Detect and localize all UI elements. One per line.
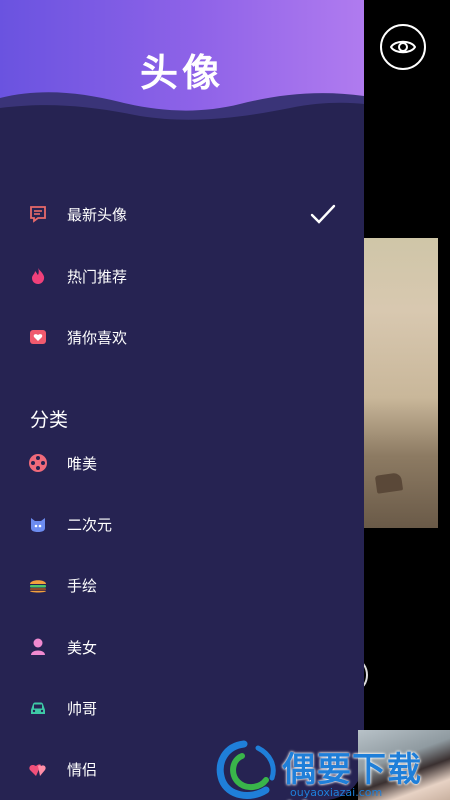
category-item-handdrawn[interactable]: 手绘 [0,562,364,608]
menu-item-label: 热门推荐 [67,267,128,286]
menu-item-label: 猜你喜欢 [67,328,128,347]
woman-icon [28,637,48,657]
category-section-title: 分类 [30,409,69,431]
category-item-label: 手绘 [67,576,98,595]
painting-detail [374,472,404,494]
category-item-label: 情侣 [67,760,98,779]
hamburger-icon [28,575,48,595]
menu-item-guess[interactable]: 猜你喜欢 [0,314,364,360]
flame-icon [28,266,48,286]
anime-cat-icon [28,514,48,534]
app-screen: 头像 最新头像 热门推荐 猜你喜欢 分类 唯美 二次元 手绘 美女 帅哥 情侣 … [0,0,450,800]
couple-hearts-icon [28,759,48,779]
category-item-beautiful[interactable]: 唯美 [0,440,364,486]
watermark-logo-icon [216,740,276,799]
menu-item-hot[interactable]: 热门推荐 [0,253,364,299]
check-icon [310,204,336,224]
eye-toggle-button[interactable] [380,24,426,70]
category-item-label: 帅哥 [67,699,98,718]
heart-card-icon [28,327,48,347]
header-wave [0,92,364,133]
eye-icon [390,40,416,54]
watermark-url: ouyaoxiazai.com [290,786,383,799]
category-item-label: 唯美 [67,454,98,473]
category-item-label: 美女 [67,638,98,657]
background-image[interactable] [362,238,438,528]
category-item-label: 二次元 [67,515,113,534]
category-item-men[interactable]: 帅哥 [0,685,364,731]
menu-item-label: 最新头像 [67,205,128,224]
category-item-women[interactable]: 美女 [0,624,364,670]
watermark: 偶要下载站 ouyaoxiazai.com [210,730,450,800]
menu-item-latest[interactable]: 最新头像 [0,191,364,237]
message-square-icon [28,204,48,224]
car-icon [28,698,48,718]
drawer-header: 头像 [0,0,364,133]
film-reel-icon [28,453,48,473]
category-item-anime[interactable]: 二次元 [0,501,364,547]
navigation-drawer: 头像 最新头像 热门推荐 猜你喜欢 分类 唯美 二次元 手绘 美女 帅哥 情侣 [0,0,364,800]
